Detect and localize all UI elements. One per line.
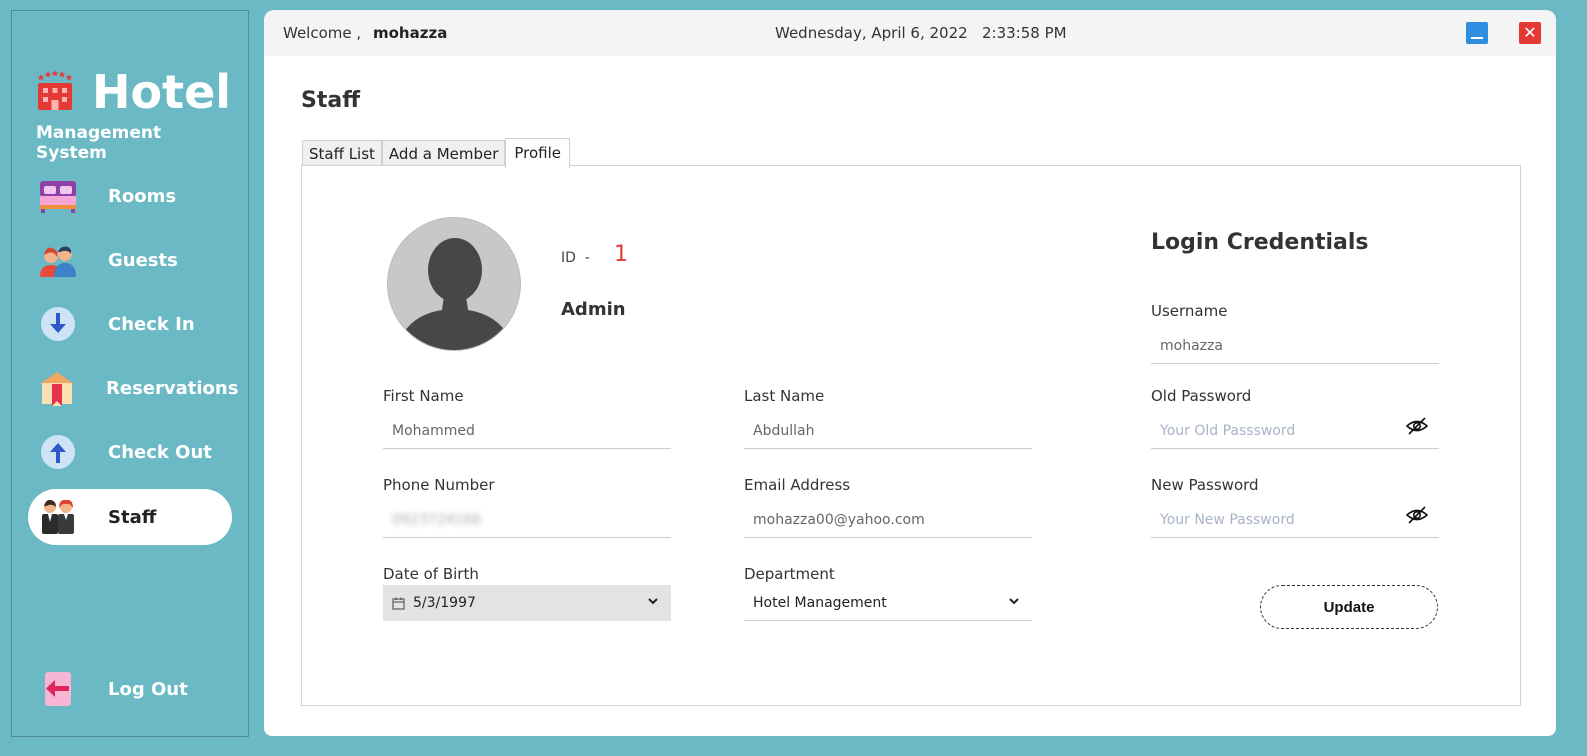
logout-button[interactable]: Log Out [28, 661, 232, 717]
current-username: mohazza [373, 24, 448, 42]
last-name-label: Last Name [744, 387, 825, 405]
chevron-down-icon [1008, 595, 1020, 611]
staff-icon [38, 497, 78, 537]
department-value: Hotel Management [753, 594, 887, 611]
welcome-text: Welcome , [283, 24, 362, 42]
dob-picker[interactable]: 5/3/1997 [383, 585, 671, 621]
sidebar-item-label: Check Out [108, 441, 212, 463]
sidebar: Hotel Management System Rooms Guests Che… [11, 10, 249, 737]
sidebar-item-label: Check In [108, 313, 195, 335]
eye-slash-icon[interactable] [1405, 505, 1429, 525]
tab-bar: Staff List Add a Member Profile [302, 137, 571, 168]
hotel-icon [36, 70, 74, 114]
arrow-down-icon [38, 304, 78, 344]
first-name-field[interactable] [383, 413, 671, 449]
chevron-down-icon [647, 595, 659, 611]
new-password-label: New Password [1151, 476, 1259, 494]
sidebar-item-label: Guests [108, 249, 178, 271]
top-bar: Welcome , mohazza Wednesday, April 6, 20… [264, 10, 1556, 56]
id-value: 1 [614, 242, 628, 267]
reservation-icon [38, 368, 76, 408]
page-title: Staff [301, 88, 361, 113]
dob-label: Date of Birth [383, 565, 479, 583]
sidebar-item-reservations[interactable]: Reservations [28, 360, 238, 416]
sidebar-item-check-out[interactable]: Check Out [28, 424, 232, 480]
old-password-field[interactable] [1151, 413, 1439, 449]
email-label: Email Address [744, 476, 851, 494]
dob-value: 5/3/1997 [413, 595, 476, 611]
user-silhouette-icon [396, 238, 514, 350]
tab-add-member[interactable]: Add a Member [381, 140, 506, 167]
tab-profile[interactable]: Profile [505, 138, 571, 168]
logout-label: Log Out [108, 678, 188, 700]
guests-icon [38, 240, 78, 280]
first-name-label: First Name [383, 387, 464, 405]
username-field[interactable] [1151, 328, 1439, 364]
email-field[interactable] [744, 502, 1032, 538]
id-label: ID - [561, 250, 590, 266]
close-button[interactable]: ✕ [1519, 22, 1541, 44]
sidebar-item-label: Staff [108, 506, 157, 528]
sidebar-item-rooms[interactable]: Rooms [28, 168, 232, 224]
avatar [387, 217, 521, 351]
tab-staff-list[interactable]: Staff List [302, 140, 382, 167]
minimize-button[interactable] [1466, 22, 1488, 44]
phone-field[interactable]: 0923724166 [383, 502, 671, 538]
login-credentials-title: Login Credentials [1151, 230, 1369, 255]
role-label: Admin [561, 299, 626, 320]
profile-panel: ID - 1 Admin First Name Phone Number 092… [301, 165, 1521, 706]
main-panel: Staff Staff List Add a Member Profile ID… [264, 56, 1556, 736]
logout-icon [38, 669, 78, 709]
sidebar-item-label: Rooms [108, 185, 177, 207]
sidebar-item-check-in[interactable]: Check In [28, 296, 232, 352]
update-button[interactable]: Update [1260, 585, 1438, 629]
arrow-up-icon [38, 432, 78, 472]
old-password-label: Old Password [1151, 387, 1252, 405]
new-password-field[interactable] [1151, 502, 1439, 538]
app-logo: Hotel Management System [36, 67, 236, 163]
sidebar-item-guests[interactable]: Guests [28, 232, 232, 288]
logo-title: Hotel [92, 65, 232, 119]
eye-slash-icon[interactable] [1405, 416, 1429, 436]
phone-label: Phone Number [383, 476, 495, 494]
sidebar-item-label: Reservations [106, 377, 239, 399]
last-name-field[interactable] [744, 413, 1032, 449]
sidebar-item-staff[interactable]: Staff [28, 489, 232, 545]
bed-icon [38, 176, 78, 216]
username-label: Username [1151, 302, 1228, 320]
close-icon: ✕ [1523, 23, 1537, 42]
current-datetime: Wednesday, April 6, 2022 2:33:58 PM [775, 24, 1067, 42]
logo-subtitle: Management System [36, 123, 162, 163]
calendar-icon [392, 597, 405, 610]
department-select[interactable]: Hotel Management [744, 585, 1032, 621]
department-label: Department [744, 565, 835, 583]
